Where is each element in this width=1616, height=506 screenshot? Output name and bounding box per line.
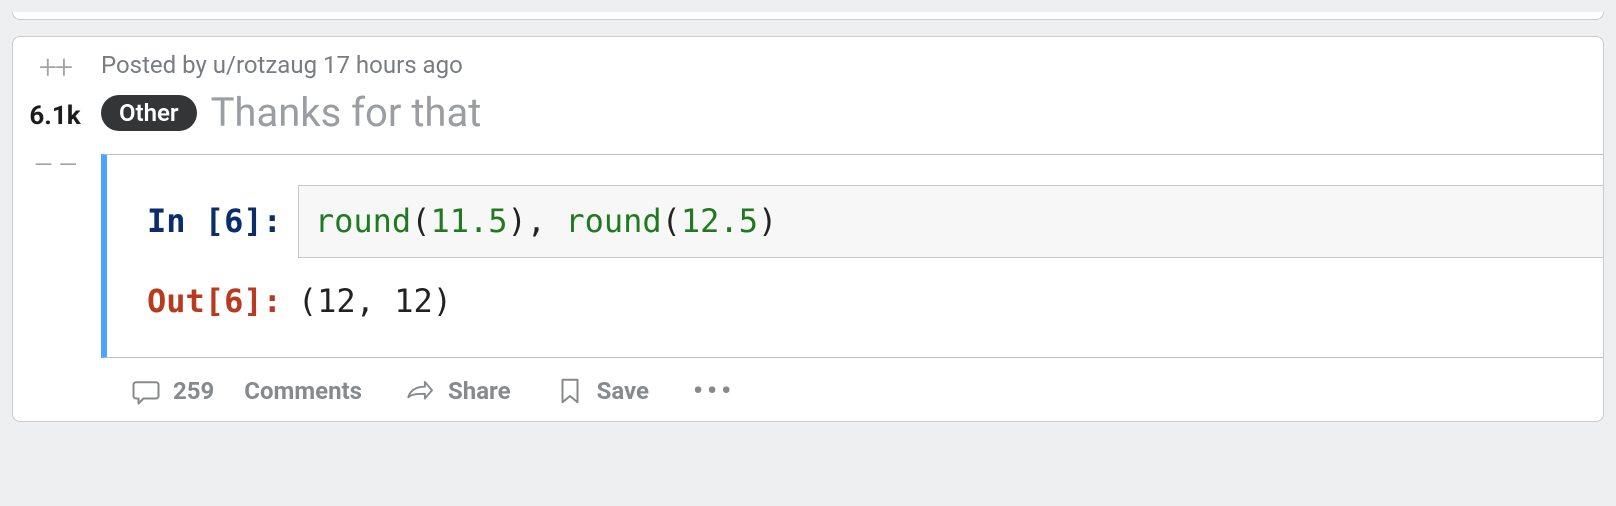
downvote-button[interactable]: – – <box>33 149 76 181</box>
post-age: 17 hours ago <box>323 51 463 79</box>
code-token: 11.5 <box>430 202 507 240</box>
code-output: (12, 12) <box>298 276 452 327</box>
output-prompt: Out[6]: <box>147 276 282 327</box>
post-title[interactable]: Thanks for that <box>211 89 482 136</box>
comments-button[interactable]: 259 Comments <box>131 376 362 406</box>
share-icon <box>406 376 436 406</box>
comments-count: 259 <box>173 377 214 405</box>
post-card: ++ 6.1k – – Posted by u/rotzaug 17 hours… <box>12 36 1604 422</box>
code-input-row: In [6]: round(11.5), round(12.5) <box>147 185 1603 258</box>
author-link[interactable]: u/rotzaug <box>213 51 317 79</box>
author-prefix: u/ <box>213 51 236 79</box>
share-button[interactable]: Share <box>406 376 511 406</box>
previous-post-edge <box>12 12 1604 20</box>
more-button[interactable]: ••• <box>693 374 735 407</box>
code-token: ) <box>758 202 777 240</box>
post-content: Posted by u/rotzaug 17 hours ago Other T… <box>97 37 1603 421</box>
share-label: Share <box>448 377 511 405</box>
title-row: Other Thanks for that <box>101 89 1603 136</box>
vote-score: 6.1k <box>29 101 80 131</box>
code-token: 12.5 <box>681 202 758 240</box>
input-prompt: In [6]: <box>147 196 282 247</box>
save-label: Save <box>597 377 649 405</box>
upvote-button[interactable]: ++ <box>39 51 71 83</box>
code-token: round <box>315 202 411 240</box>
code-input: round(11.5), round(12.5) <box>298 185 1603 258</box>
post-actions: 259 Comments Share Save ••• <box>101 374 1603 407</box>
vote-column: ++ 6.1k – – <box>13 37 97 421</box>
byline-prefix: Posted by <box>101 51 213 79</box>
code-token: ( <box>411 202 430 240</box>
code-output-row: Out[6]: (12, 12) <box>147 276 1603 327</box>
code-token: , <box>527 202 566 240</box>
code-token: ) <box>508 202 527 240</box>
code-token: round <box>565 202 661 240</box>
bookmark-icon <box>555 376 585 406</box>
comments-label: Comments <box>244 377 362 405</box>
post-byline: Posted by u/rotzaug 17 hours ago <box>101 51 1603 79</box>
comment-icon <box>131 376 161 406</box>
author-name: rotzaug <box>236 51 317 79</box>
flair-badge[interactable]: Other <box>101 95 197 131</box>
code-token: ( <box>662 202 681 240</box>
post-media: In [6]: round(11.5), round(12.5) Out[6]:… <box>101 154 1603 358</box>
save-button[interactable]: Save <box>555 376 649 406</box>
